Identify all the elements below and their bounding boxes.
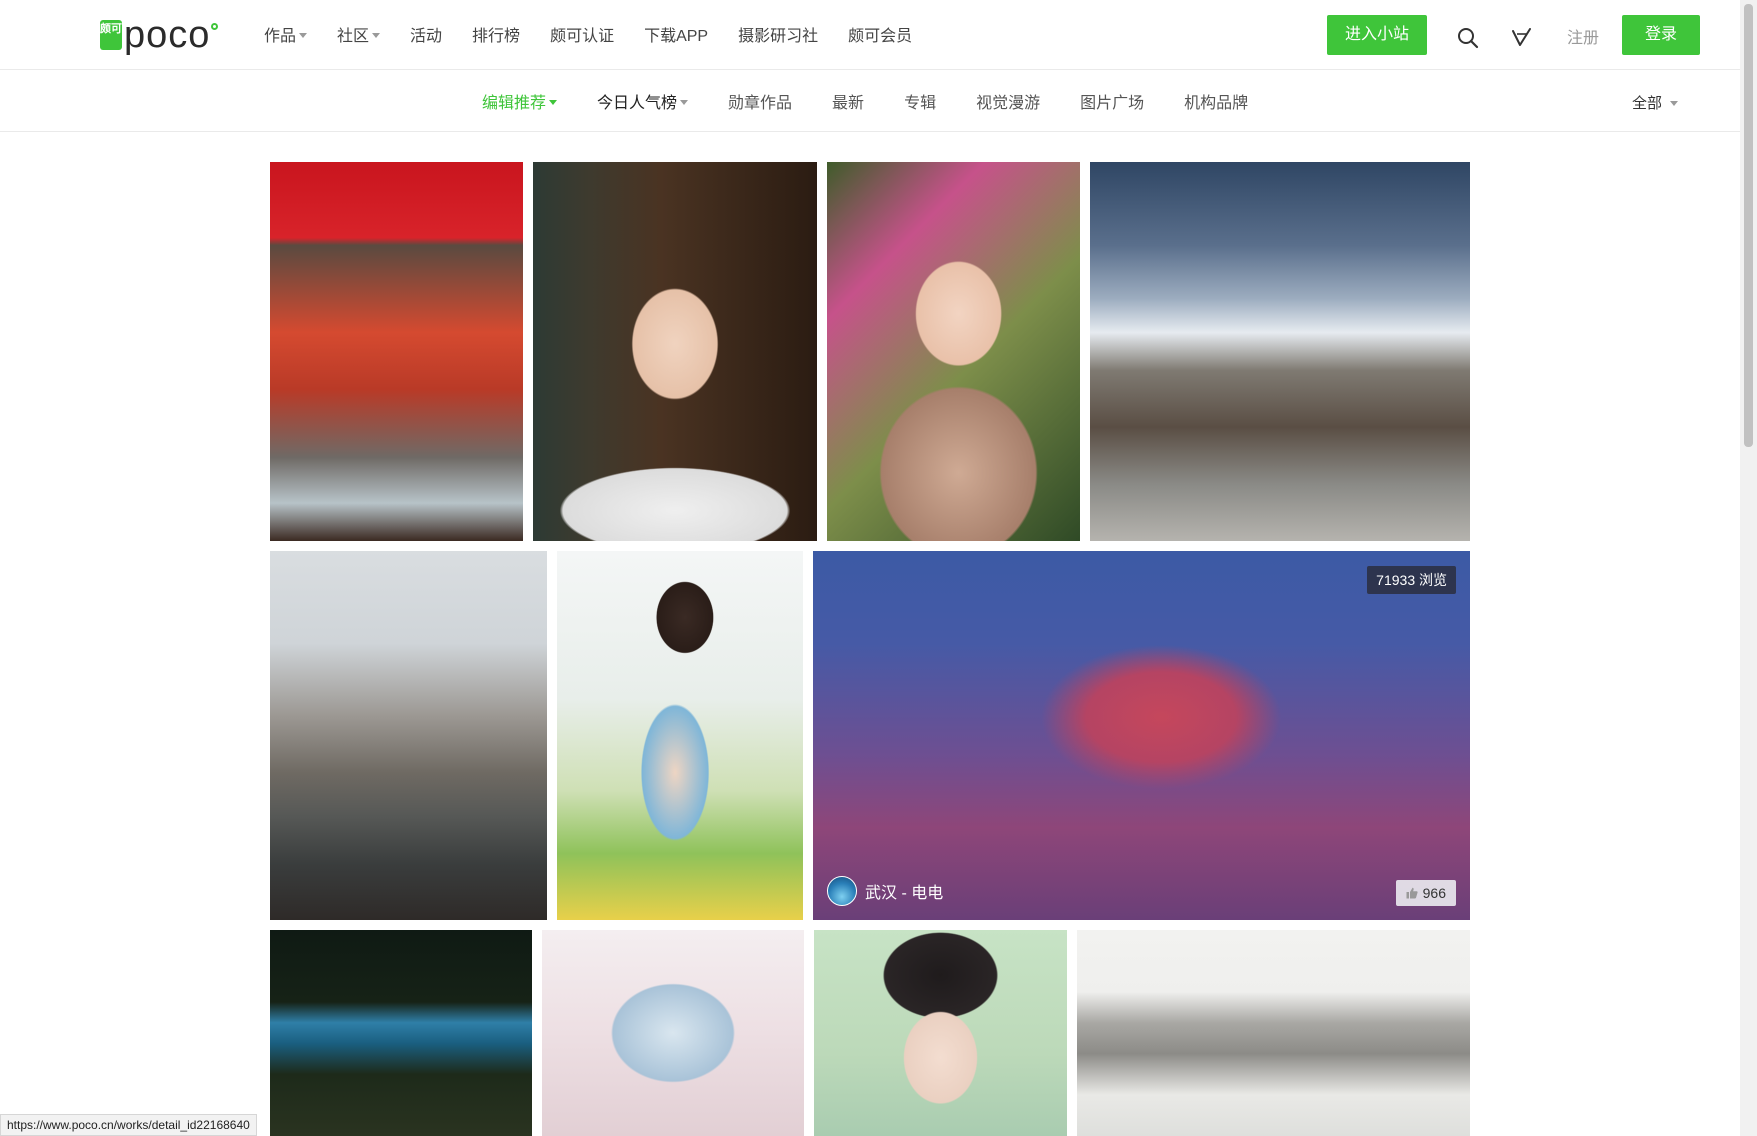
tab-brands[interactable]: 机构品牌 (1184, 90, 1248, 112)
photo-card-featured-red-lake[interactable]: 71933 浏览 武汉 - 电电 966 (813, 551, 1470, 920)
author-name[interactable]: 武汉 - 电电 (865, 879, 943, 903)
nav-item-membership[interactable]: 颇可会员 (848, 22, 912, 46)
tab-latest[interactable]: 最新 (832, 90, 864, 112)
nav-item-download-app[interactable]: 下载APP (644, 22, 708, 46)
nav-label: 活动 (410, 28, 443, 45)
scrollbar-thumb[interactable] (1744, 4, 1753, 447)
chevron-down-icon (549, 99, 558, 105)
nav-item-ranking[interactable]: 排行榜 (472, 22, 520, 46)
chevron-down-icon (1670, 101, 1679, 106)
nav-label: 排行榜 (472, 28, 521, 45)
top-header: 颇可 poco 作品 社区 活动 排行榜 颇可认证 下载APP 摄影研习社 颇可… (0, 0, 1740, 70)
category-tabs: 编辑推荐 今日人气榜 勋章作品 最新 专辑 视觉漫游 图片广场 机构品牌 (482, 90, 1288, 112)
tab-photo-plaza[interactable]: 图片广场 (1080, 90, 1144, 112)
nav-label: 作品 (264, 28, 297, 45)
photo-card-night-blossoms[interactable] (270, 930, 532, 1136)
photo-image (542, 930, 804, 1136)
photo-card-girl-with-flowers[interactable] (827, 162, 1080, 541)
tab-label: 专辑 (904, 95, 937, 112)
register-link[interactable]: 注册 (1567, 24, 1599, 48)
search-icon[interactable] (1456, 26, 1480, 50)
tab-today-popular[interactable]: 今日人气榜 (597, 90, 689, 112)
nav-item-works[interactable]: 作品 (264, 22, 308, 46)
photo-card-miniature-restroom[interactable] (1077, 930, 1470, 1136)
login-button[interactable]: 登录 (1622, 15, 1700, 55)
tab-label: 编辑推荐 (482, 95, 547, 112)
logo-wordmark: poco (124, 14, 211, 56)
like-count: 966 (1422, 885, 1446, 901)
photo-image (270, 162, 523, 541)
tab-albums[interactable]: 专辑 (904, 90, 936, 112)
tab-editor-picks[interactable]: 编辑推荐 (482, 90, 558, 112)
like-button[interactable]: 966 (1395, 880, 1456, 906)
vertical-scrollbar[interactable] (1740, 0, 1757, 1136)
checkmark-v-icon[interactable] (1510, 25, 1534, 49)
photo-image (533, 162, 817, 541)
photo-image (270, 551, 547, 920)
enter-site-button[interactable]: 进入小站 (1327, 15, 1427, 55)
logo-badge: 颇可 (100, 20, 122, 50)
tab-label: 今日人气榜 (597, 95, 678, 112)
chevron-down-icon (680, 99, 689, 105)
tab-label: 视觉漫游 (976, 95, 1041, 112)
logo-dot-icon (211, 22, 219, 30)
photo-image (827, 162, 1080, 541)
photo-card-portrait-cafe[interactable] (533, 162, 817, 541)
photo-image (270, 930, 532, 1136)
tab-label: 最新 (832, 95, 865, 112)
nav-item-community[interactable]: 社区 (337, 22, 381, 46)
main-nav: 作品 社区 活动 排行榜 颇可认证 下载APP 摄影研习社 颇可会员 (264, 22, 942, 46)
poco-logo[interactable]: 颇可 poco (100, 14, 219, 56)
tab-label: 勋章作品 (728, 95, 793, 112)
photo-image (557, 551, 803, 920)
tab-medal-works[interactable]: 勋章作品 (728, 90, 792, 112)
views-badge: 71933 浏览 (1367, 566, 1456, 594)
chevron-down-icon (299, 32, 308, 38)
nav-item-certification[interactable]: 颇可认证 (550, 22, 614, 46)
filter-label: 全部 (1632, 95, 1663, 112)
nav-label: 颇可认证 (550, 28, 615, 45)
chevron-down-icon (372, 32, 381, 38)
tab-label: 图片广场 (1080, 95, 1145, 112)
status-bar-url: https://www.poco.cn/works/detail_id22168… (0, 1114, 257, 1136)
photo-image (1077, 930, 1470, 1136)
tab-label: 机构品牌 (1184, 95, 1249, 112)
photo-card-dragon-boat-race[interactable] (270, 162, 523, 541)
thumbs-up-icon (1406, 887, 1418, 899)
photo-image (813, 551, 1470, 920)
photo-image (814, 930, 1067, 1136)
photo-image (1090, 162, 1470, 541)
nav-label: 下载APP (644, 28, 709, 45)
nav-item-photo-academy[interactable]: 摄影研习社 (738, 22, 818, 46)
photo-card-canton-tower-river[interactable] (270, 551, 547, 920)
photo-card-snow-mountains[interactable] (1090, 162, 1470, 541)
photo-card-traditional-makeup[interactable] (814, 930, 1067, 1136)
photo-card-reading-portrait[interactable] (542, 930, 804, 1136)
author-info[interactable]: 武汉 - 电电 (827, 876, 943, 906)
filter-dropdown[interactable]: 全部 (1632, 92, 1679, 113)
tab-visual-roaming[interactable]: 视觉漫游 (976, 90, 1040, 112)
nav-label: 摄影研习社 (738, 28, 819, 45)
nav-label: 颇可会员 (848, 28, 913, 45)
photo-card-girl-skateboard[interactable] (557, 551, 803, 920)
avatar[interactable] (827, 876, 857, 906)
nav-item-events[interactable]: 活动 (410, 22, 442, 46)
sub-nav: 编辑推荐 今日人气榜 勋章作品 最新 专辑 视觉漫游 图片广场 机构品牌 全部 (0, 70, 1740, 132)
nav-label: 社区 (337, 28, 370, 45)
